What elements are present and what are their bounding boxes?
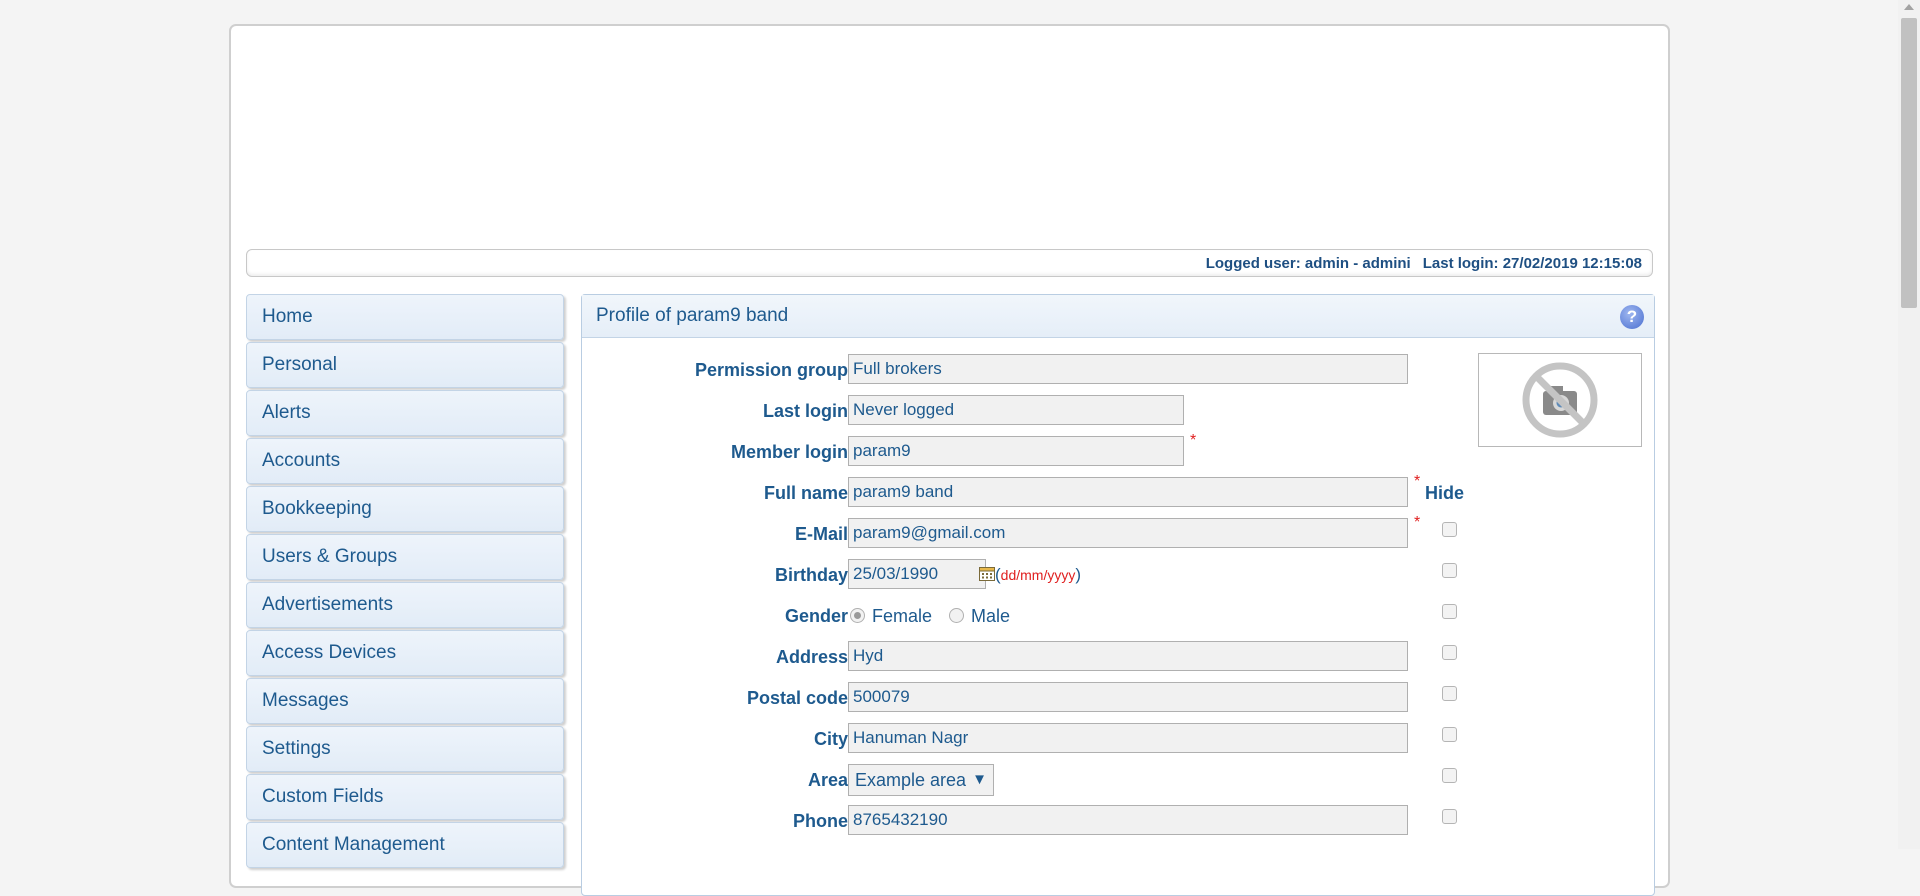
required-marker: * (1414, 514, 1421, 531)
gender-female-label: Female (872, 606, 933, 626)
postal-code-input[interactable] (848, 682, 1408, 712)
scroll-up-arrow-icon[interactable] (1904, 4, 1914, 10)
city-label: City (813, 729, 848, 749)
birthday-input[interactable] (848, 559, 986, 589)
full-name-label: Full name (763, 483, 848, 503)
row-member-login: Member login * (582, 432, 1654, 468)
profile-header: Profile of param9 band ? (582, 295, 1654, 338)
email-label: E-Mail (794, 524, 848, 544)
status-bar: Logged user: admin - admini Last login: … (246, 249, 1653, 277)
hide-gender-checkbox[interactable] (1442, 604, 1457, 619)
page-scrollbar[interactable] (1898, 0, 1920, 849)
postal-code-label: Postal code (746, 688, 848, 708)
area-selected-value: Example area (855, 770, 967, 790)
sidebar-item-custom-fields[interactable]: Custom Fields (246, 774, 564, 820)
gender-male-radio[interactable] (949, 608, 964, 623)
sidebar-item-users-groups[interactable]: Users & Groups (246, 534, 564, 580)
sidebar-item-bookkeeping[interactable]: Bookkeeping (246, 486, 564, 532)
member-login-input[interactable] (848, 436, 1184, 466)
member-login-label: Member login (730, 442, 848, 462)
sidebar-item-accounts[interactable]: Accounts (246, 438, 564, 484)
sidebar-menu: Home Personal Alerts Accounts Bookkeepin… (246, 294, 564, 870)
phone-input[interactable] (848, 805, 1408, 835)
area-label: Area (807, 770, 848, 790)
profile-panel: Profile of param9 band ? Permission grou… (581, 294, 1655, 896)
sidebar-item-messages[interactable]: Messages (246, 678, 564, 724)
hide-address-checkbox[interactable] (1442, 645, 1457, 660)
address-label: Address (775, 647, 848, 667)
sidebar-item-access-devices[interactable]: Access Devices (246, 630, 564, 676)
phone-label: Phone (792, 811, 848, 831)
sidebar-item-content-management[interactable]: Content Management (246, 822, 564, 868)
last-login-text: Last login: 27/02/2019 12:15:08 (1422, 254, 1642, 272)
permission-group-field: Full brokers (848, 354, 1408, 384)
gender-label: Gender (784, 606, 848, 626)
date-format-hint: (dd/mm/yyyy) (995, 559, 1081, 591)
row-area: Area Example area ▼ (582, 764, 1654, 796)
hide-column-label: Hide (1425, 483, 1465, 503)
date-close-paren: ) (1075, 565, 1082, 584)
sidebar-item-settings[interactable]: Settings (246, 726, 564, 772)
help-icon[interactable]: ? (1620, 305, 1644, 329)
hide-postal-code-checkbox[interactable] (1442, 686, 1457, 701)
hide-area-checkbox[interactable] (1442, 768, 1457, 783)
logged-user-text: Logged user: admin - admini (1205, 254, 1411, 272)
sidebar-item-personal[interactable]: Personal (246, 342, 564, 388)
full-name-input[interactable] (848, 477, 1408, 507)
city-input[interactable] (848, 723, 1408, 753)
calendar-icon[interactable] (979, 566, 995, 581)
date-format-text: dd/mm/yyyy (1000, 567, 1076, 583)
email-input[interactable] (848, 518, 1408, 548)
permission-group-label: Permission group (694, 360, 848, 380)
row-address: Address (582, 641, 1654, 673)
last-login-label: Last login (763, 401, 848, 421)
row-postal-code: Postal code (582, 682, 1654, 714)
birthday-label: Birthday (774, 565, 848, 585)
hide-phone-checkbox[interactable] (1442, 809, 1457, 824)
sidebar-item-alerts[interactable]: Alerts (246, 390, 564, 436)
row-gender: Gender Female Male (582, 600, 1654, 632)
hide-city-checkbox[interactable] (1442, 727, 1457, 742)
page-title: Profile of param9 band (596, 305, 789, 326)
row-city: City (582, 723, 1654, 755)
hide-birthday-checkbox[interactable] (1442, 563, 1457, 578)
gender-male-label: Male (971, 606, 1011, 626)
row-phone: Phone (582, 805, 1654, 837)
last-login-field: Never logged (848, 395, 1184, 425)
address-input[interactable] (848, 641, 1408, 671)
main-frame: Logged user: admin - admini Last login: … (229, 24, 1670, 896)
row-permission-group: Permission group Full brokers (582, 354, 1654, 386)
required-marker: * (1190, 432, 1197, 449)
row-last-login: Last login Never logged (582, 395, 1654, 427)
sidebar-item-advertisements[interactable]: Advertisements (246, 582, 564, 628)
dropdown-arrow-icon: ▼ (972, 771, 987, 788)
gender-female-radio[interactable] (850, 608, 865, 623)
row-birthday: Birthday (dd/mm/yyyy) (582, 559, 1654, 591)
hide-email-checkbox[interactable] (1442, 522, 1457, 537)
area-select[interactable]: Example area ▼ (848, 764, 994, 796)
row-full-name: Full name * Hide (582, 473, 1654, 509)
scrollbar-thumb[interactable] (1901, 18, 1917, 308)
sidebar-item-home[interactable]: Home (246, 294, 564, 340)
row-email: E-Mail * (582, 514, 1654, 550)
required-marker: * (1414, 473, 1421, 490)
